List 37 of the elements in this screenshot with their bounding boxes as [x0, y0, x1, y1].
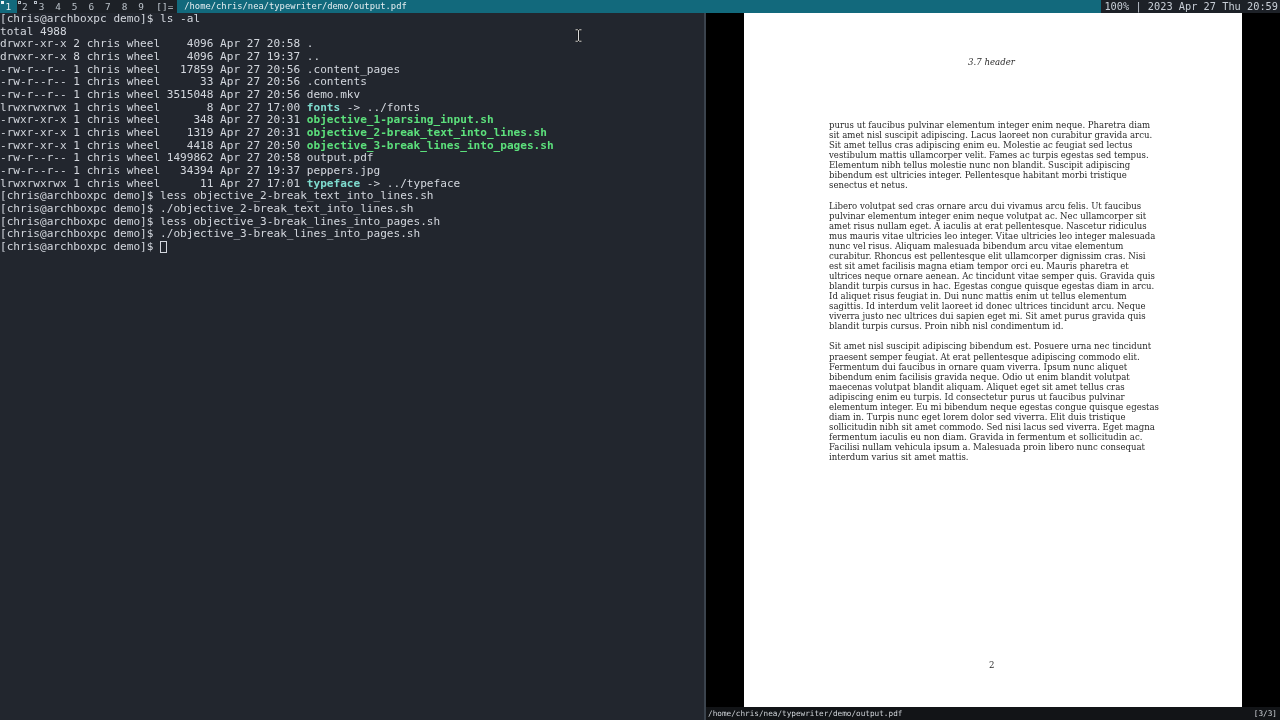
terminal-line: -rw-r--r-- 1 chris wheel 17859 Apr 27 20:56 .content_pages — [0, 63, 401, 77]
terminal-line: [chris@archboxpc demo]$ less objective_3-break_lines_into_pages.sh — [0, 215, 441, 228]
terminal-line: [chris@archboxpc demo]$ ./objective_3-break_lines_into_pages.sh — [0, 228, 421, 241]
terminal-line: -rwxr-xr-x 1 chris wheel 348 Apr 27 20:31 objective_1-parsing_input.sh — [0, 114, 494, 127]
workspace-tag[interactable]: 7 — [99, 0, 117, 13]
body-paragraph: Sit amet nisl suscipit adipiscing bibendum est. Posuere urna nec tincidunt praesent semper feugiat. At erat pellentesque adipiscing commodo elit. Fermentum dui faucibus in ornare quam viverra. Ipsum nunc aliquet bibendum enim facilisis gravida neque. Odio ut enim blandit volutpat maecenas volutpat blandit aliquam. Aliquet eget sit amet tellus cras adipiscing enim eu turpis. Id consectetur purus ut faucibus pulvinar elementum integer. Eu mi bibendum neque egestas congue quisque egestas diam in. Turpis nunc eget lorem dolor sed viverra. Elit duis tristique sollicitudin nibh sit amet commodo. Sed nisi lacus sed viverra. Eget magna fermentum iaculis eu non diam. Gravida in fermentum et sollicitudin ac. Facilisi nullam vehicula ipsum a. Malesuada proin libero nunc consequat interdum varius sit amet mattis. — [829, 341, 1160, 463]
terminal-line: -rwxr-xr-x 1 chris wheel 1319 Apr 27 20:31 objective_2-break_text_into_lines.sh — [0, 126, 547, 139]
text-cursor-icon — [575, 29, 582, 42]
terminal-line: total 4988 — [0, 25, 67, 39]
body-paragraph: Libero volutpat sed cras ornare arcu dui vivamus arcu felis. Ut faucibus pulvinar elementum integer enim neque volutpat ac. Nec ullamcorper sit amet risus nullam eget. A iaculis at erat pellentesque. Nascetur ridiculus mus mauris vitae ultricies leo integer. Vitae ultricies leo integer malesuada nunc vel risus. Aliquam malesuada bibendum arcu vitae elementum curabitur. Rhoncus est pellentesque elit ullamcorper dignissim cras. Nisi est sit amet facilisis magna etiam tempor orci eu. Mauris pharetra et ultrices neque ornare aenean. Ac tincidunt vitae semper quis. Gravida quis blandit turpis cursus in hac. Egestas congue quisque egestas diam in arcu. Id aliquet risus feugiat in. Dui nunc mattis enim ut tellus elementum sagittis. Id interdum velit laoreet id donec ultrices tincidunt arcu. Neque viverra justo nec ultrices dui sapien eget mi. Sit amet purus gravida quis blandit turpis cursus. Proin nibh nisl condimentum id. — [829, 200, 1157, 332]
workspace-tag[interactable]: 2 — [16, 0, 34, 13]
page-header: 3.7 header — [968, 56, 1015, 68]
terminal-line: drwxr-xr-x 8 chris wheel 4096 Apr 27 19:37 .. — [0, 50, 321, 64]
terminal-line: [chris@archboxpc demo]$ ./objective_2-break_text_into_lines.sh — [0, 202, 414, 216]
terminal-line: -rw-r--r-- 1 chris wheel 33 Apr 27 20:56 .contents — [0, 76, 367, 89]
terminal-line: -rw-r--r-- 1 chris wheel 3515048 Apr 27 20:56 demo.mkv — [0, 88, 361, 102]
terminal-line: [chris@archboxpc demo]$ less objective_2-break_text_into_lines.sh — [0, 190, 434, 203]
terminal-line: [chris@archboxpc demo]$ ls -al — [0, 13, 201, 26]
terminal-line: -rwxr-xr-x 1 chris wheel 4418 Apr 27 20:50 objective_3-break_lines_into_pages.sh — [0, 139, 554, 152]
terminal-line: [chris@archboxpc demo]$ — [0, 240, 154, 254]
terminal-line: -rw-r--r-- 1 chris wheel 1499862 Apr 27 20:58 output.pdf — [0, 152, 374, 165]
workspace-tag[interactable]: 5 — [66, 0, 83, 13]
terminal-line: drwxr-xr-x 2 chris wheel 4096 Apr 27 20:58 . — [0, 38, 314, 51]
terminal-line: lrwxrwxrwx 1 chris wheel 8 Apr 27 17:00 fonts -> ../fonts — [0, 101, 421, 114]
workspace-tag[interactable]: 6 — [82, 0, 100, 13]
workspace-tag[interactable]: 3 — [33, 0, 50, 13]
body-paragraph: purus ut faucibus pulvinar elementum integer enim neque. Pharetra diam sit amet nisl suscipit adipiscing. Lacus laoreet non curabitur gravida arcu. Sit amet tellus cras adipiscing enim eu. Molestie ac feugiat sed lectus vestibulum mattis ullamcorper velit. Fames ac turpis egestas sed tempus. Elementum nibh tellus molestie nunc non blandit. Suscipit adipiscing bibendum est ultricies integer. Pellentesque habitant morbi tristique senectus et netus. — [829, 120, 1154, 191]
status-text: 100% | 2023 Apr 27 Thu 20:59 — [1103, 0, 1279, 13]
workspace-tag[interactable]: 1 — [0, 0, 17, 13]
window-title: /home/chris/nea/typewriter/demo/output.pdf — [177, 0, 1102, 13]
workspace-tag[interactable]: 9 — [132, 0, 150, 13]
workspace-tag[interactable]: 8 — [116, 0, 133, 13]
page-number: 2 — [989, 659, 995, 671]
terminal-line: lrwxrwxrwx 1 chris wheel 11 Apr 27 17:01 typeface -> ../typeface — [0, 177, 461, 191]
terminal-line: -rw-r--r-- 1 chris wheel 34394 Apr 27 19:37 peppers.jpg — [0, 164, 381, 178]
workspace-tag[interactable]: 4 — [49, 0, 67, 13]
layout-symbol: []= — [155, 0, 175, 13]
